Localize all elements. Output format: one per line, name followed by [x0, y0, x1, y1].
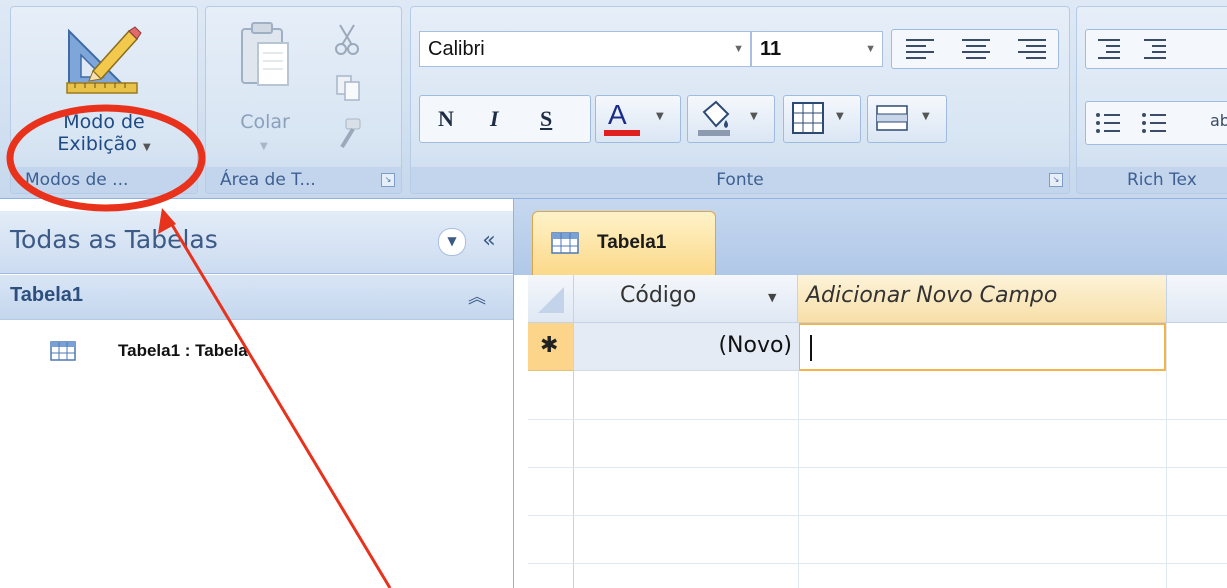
grid-icon	[792, 102, 824, 134]
grid-line	[528, 467, 1227, 468]
chevron-down-icon: ▼	[750, 111, 758, 122]
nav-item-label: Tabela1 : Tabela	[118, 341, 248, 360]
column-header-label: Adicionar Novo Campo	[806, 283, 1058, 308]
navigation-pane: Todas as Tabelas ▼ « Tabela1 ︽ Tabela1 :…	[0, 199, 514, 588]
fill-color-button[interactable]: ▼	[687, 95, 775, 143]
clipboard-icon	[241, 22, 289, 86]
underline-label[interactable]: S	[540, 100, 552, 138]
alternate-fill-button[interactable]: ▼	[867, 95, 947, 143]
font-name-combo[interactable]: Calibri ▼	[419, 31, 751, 67]
gridlines-button[interactable]: ▼	[783, 95, 861, 143]
font-color-button[interactable]: A ▼	[595, 95, 681, 143]
font-color-swatch	[604, 130, 640, 136]
clipboard-group: Colar ▼ Área de T... ↘	[205, 6, 402, 194]
chevron-down-icon: ▼	[733, 43, 744, 55]
font-group: Calibri ▼ 11 ▼ N I S A ▼ ▼ ▼ ▼ Fonte ↘	[410, 6, 1070, 194]
view-mode-label-line1: Modo de	[63, 111, 145, 133]
highlight-ab-label[interactable]: ab	[1210, 102, 1227, 140]
column-header-label: Código	[620, 283, 697, 308]
alternate-row-icon	[876, 105, 908, 131]
tab-label: Tabela1	[597, 232, 667, 253]
chevron-down-icon: ▼	[260, 141, 268, 152]
select-all-corner[interactable]	[528, 275, 574, 323]
double-chevron-up-icon[interactable]: ︽	[468, 283, 486, 309]
column-header-empty	[1167, 275, 1227, 323]
design-view-icon	[66, 26, 142, 94]
align-center-icon[interactable]	[956, 34, 996, 64]
cell-codigo-new[interactable]: (Novo)	[574, 323, 798, 371]
grid-line	[528, 563, 1227, 564]
list-buttons: ab	[1085, 101, 1227, 145]
nav-pane-title: Todas as Tabelas	[10, 225, 218, 254]
nav-pane-header[interactable]: Todas as Tabelas ▼ «	[0, 211, 513, 274]
nav-collapse-button[interactable]: «	[476, 228, 502, 254]
clipboard-group-label: Área de T...	[206, 167, 401, 193]
new-record-icon: ✱	[540, 333, 559, 358]
table-icon	[551, 232, 579, 254]
paste-button[interactable]: Colar ▼	[220, 13, 310, 163]
nav-menu-chevron-icon[interactable]: ▼	[438, 228, 466, 256]
align-left-icon[interactable]	[900, 34, 940, 64]
grid-line	[1166, 323, 1167, 588]
nav-group-header[interactable]: Tabela1 ︽	[0, 275, 513, 320]
copy-icon[interactable]	[334, 73, 364, 103]
views-group-label: Modos de ...	[11, 167, 197, 193]
dialog-launcher-icon[interactable]: ↘	[381, 173, 395, 187]
bold-button[interactable]: N I S	[419, 95, 591, 143]
nav-item-table1[interactable]	[0, 319, 513, 369]
row-selector-new[interactable]: ✱	[528, 323, 574, 371]
bold-label: N	[438, 106, 454, 131]
view-mode-label: Modo de Exibição ▼	[29, 111, 179, 159]
paint-bucket-icon	[698, 100, 730, 136]
indent-buttons	[1085, 29, 1227, 69]
font-size-value: 11	[760, 38, 782, 60]
italic-label[interactable]: I	[490, 100, 499, 138]
font-size-combo[interactable]: 11 ▼	[751, 31, 883, 67]
grid-line	[528, 419, 1227, 420]
alignment-buttons	[891, 29, 1059, 69]
chevron-down-icon: ▼	[142, 142, 151, 153]
numbered-list-icon[interactable]	[1094, 108, 1124, 138]
chevron-down-icon: ▼	[656, 111, 664, 122]
chevron-down-icon: ▼	[922, 111, 930, 122]
document-tab-bar: Tabela1	[514, 199, 1227, 275]
dialog-launcher-icon[interactable]: ↘	[1049, 173, 1063, 187]
row-selector-column	[528, 371, 574, 588]
align-right-icon[interactable]	[1012, 34, 1052, 64]
rich-text-group-label: Rich Tex	[1077, 167, 1227, 193]
views-group: Modo de Exibição ▼ Modos de ...	[10, 6, 198, 194]
datasheet-grid: Código ▼ Adicionar Novo Campo ✱ (Novo)	[514, 275, 1227, 588]
decrease-indent-icon[interactable]	[1094, 34, 1124, 64]
column-header-add-field[interactable]: Adicionar Novo Campo	[798, 275, 1167, 323]
view-mode-button[interactable]: Modo de Exibição ▼	[29, 13, 179, 163]
rich-text-group: ab Rich Tex	[1076, 6, 1227, 194]
grid-line	[798, 323, 799, 588]
increase-indent-icon[interactable]	[1140, 34, 1170, 64]
chevron-down-icon: ▼	[836, 111, 844, 122]
font-color-letter: A	[608, 99, 627, 130]
bullet-list-icon[interactable]	[1140, 108, 1170, 138]
font-name-value: Calibri	[428, 38, 485, 60]
view-mode-label-line2: Exibição	[57, 133, 137, 155]
text-cursor	[810, 335, 812, 361]
table-icon	[50, 341, 76, 361]
chevron-down-icon[interactable]: ▼	[768, 291, 776, 304]
select-all-triangle-icon	[538, 287, 564, 313]
paste-label: Colar	[240, 111, 290, 133]
ribbon: Modo de Exibição ▼ Modos de ... Colar ▼	[0, 0, 1227, 199]
cell-add-field-new[interactable]	[798, 323, 1166, 371]
nav-group-label: Tabela1	[10, 284, 83, 306]
cut-icon[interactable]	[332, 23, 362, 57]
chevron-down-icon: ▼	[865, 43, 876, 55]
grid-line	[528, 515, 1227, 516]
font-group-label: Fonte	[411, 167, 1069, 193]
cell-value: (Novo)	[718, 333, 792, 358]
tab-tabela1[interactable]: Tabela1	[532, 211, 716, 275]
clipboard-group-label-text: Área de T...	[220, 170, 316, 190]
format-painter-icon[interactable]	[334, 117, 364, 153]
column-header-codigo[interactable]: Código ▼	[574, 275, 798, 323]
